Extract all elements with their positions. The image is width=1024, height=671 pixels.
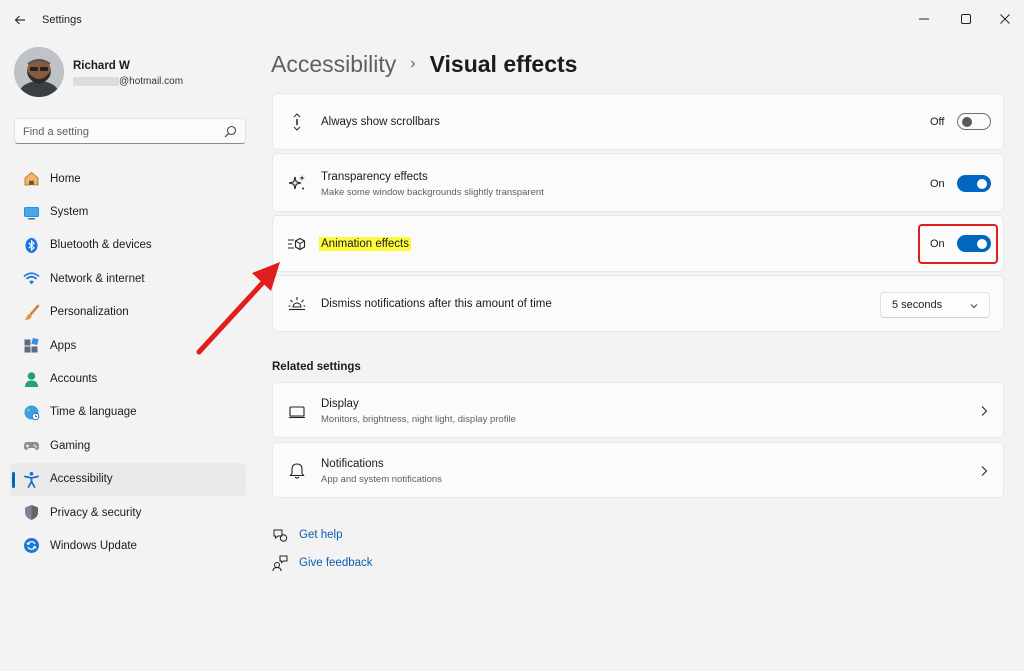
sidebar-item-label: Accounts — [50, 373, 98, 386]
sidebar-item-label: Network & internet — [50, 272, 145, 285]
sidebar-item-system[interactable]: System — [10, 195, 246, 228]
sidebar-item-label: Privacy & security — [50, 506, 142, 519]
accessibility-icon — [22, 470, 40, 488]
home-icon — [22, 170, 40, 188]
title-bar: Settings — [0, 0, 1024, 40]
close-button[interactable] — [992, 6, 1018, 32]
network-icon — [22, 270, 40, 288]
maximize-button[interactable] — [953, 6, 979, 32]
bell-icon — [287, 461, 307, 481]
sidebar-item-label: Home — [50, 172, 81, 185]
accounts-icon — [22, 370, 40, 388]
scrollbar-icon — [287, 112, 307, 132]
sparkle-icon — [287, 173, 307, 193]
apps-icon — [22, 337, 40, 355]
toggle-knob — [962, 116, 972, 127]
related-title: Notifications — [321, 458, 384, 470]
sidebar-item-windows-update[interactable]: Windows Update — [10, 529, 246, 562]
update-icon — [22, 537, 40, 555]
get-help-label[interactable]: Get help — [299, 529, 342, 541]
feedback-icon — [272, 555, 288, 571]
chevron-down-icon — [970, 304, 978, 309]
breadcrumb: Accessibility › Visual effects — [271, 47, 577, 81]
app-title: Settings — [42, 14, 82, 26]
sidebar-item-accessibility[interactable]: Accessibility — [10, 462, 246, 496]
related-subtitle: App and system notifications — [321, 474, 442, 485]
profile-email: @hotmail.com — [73, 76, 183, 87]
setting-title: Always show scrollbars — [321, 116, 440, 128]
search-input[interactable] — [23, 123, 213, 140]
setting-card-scrollbars: Always show scrollbars Off — [272, 93, 1004, 150]
setting-card-animation: Animation effects On — [272, 215, 1004, 272]
related-card-notifications[interactable]: Notifications App and system notificatio… — [272, 442, 1004, 498]
search-box[interactable] — [14, 118, 246, 144]
sidebar-item-label: Apps — [50, 339, 77, 352]
sidebar-item-accounts[interactable]: Accounts — [10, 362, 246, 395]
globe-icon — [22, 403, 40, 421]
sidebar-item-label: Accessibility — [50, 473, 113, 486]
chevron-right-icon — [981, 406, 988, 416]
sidebar-item-label: Gaming — [50, 439, 91, 452]
sidebar-item-label: Windows Update — [50, 539, 137, 552]
email-redaction — [73, 77, 119, 86]
toggle-state-label: On — [930, 178, 945, 190]
sidebar-item-label: Time & language — [50, 406, 137, 419]
sidebar-item-label: Bluetooth & devices — [50, 239, 152, 252]
sidebar-item-privacy-security[interactable]: Privacy & security — [10, 496, 246, 529]
email-suffix: @hotmail.com — [119, 76, 184, 87]
give-feedback-link[interactable]: Give feedback — [272, 555, 373, 571]
setting-subtitle: Make some window backgrounds slightly tr… — [321, 187, 544, 198]
section-title-related-settings: Related settings — [272, 361, 361, 373]
profile-name: Richard W — [73, 60, 130, 72]
page-title: Visual effects — [429, 50, 578, 77]
chevron-right-icon — [981, 466, 988, 476]
setting-title: Dismiss notifications after this amount … — [321, 298, 552, 310]
sidebar-item-label: System — [50, 206, 89, 219]
shield-icon — [22, 504, 40, 522]
get-help-link[interactable]: Get help — [272, 527, 342, 543]
avatar-image — [14, 47, 64, 97]
annotation-highlight-box — [918, 224, 998, 264]
related-card-display[interactable]: Display Monitors, brightness, night ligh… — [272, 382, 1004, 438]
give-feedback-label[interactable]: Give feedback — [299, 557, 373, 569]
breadcrumb-parent[interactable]: Accessibility — [271, 51, 396, 78]
setting-card-transparency: Transparency effects Make some window ba… — [272, 153, 1004, 212]
help-icon — [272, 527, 288, 543]
setting-title: Transparency effects — [321, 171, 428, 183]
gamepad-icon — [22, 437, 40, 455]
breadcrumb-separator: › — [410, 55, 416, 72]
brush-icon — [22, 303, 40, 321]
bluetooth-icon — [22, 236, 40, 254]
sun-icon — [287, 294, 307, 314]
transparency-toggle[interactable] — [957, 175, 991, 192]
animation-icon — [287, 234, 307, 254]
toggle-state-label: Off — [930, 116, 945, 128]
setting-title: Animation effects — [319, 237, 412, 251]
minimize-button[interactable] — [911, 6, 937, 32]
system-icon — [22, 203, 40, 221]
sidebar-item-gaming[interactable]: Gaming — [10, 429, 246, 462]
sidebar-item-time-language[interactable]: Time & language — [10, 396, 246, 429]
back-button[interactable] — [8, 8, 32, 32]
dropdown-value: 5 seconds — [892, 299, 943, 311]
scrollbars-toggle[interactable] — [957, 113, 991, 130]
related-title: Display — [321, 398, 359, 410]
sidebar-item-home[interactable]: Home — [10, 162, 246, 195]
maximize-icon — [961, 14, 971, 24]
related-subtitle: Monitors, brightness, night light, displ… — [321, 414, 516, 425]
sidebar-item-label: Personalization — [50, 306, 129, 319]
back-arrow-icon — [14, 15, 25, 25]
search-icon[interactable] — [224, 125, 237, 138]
toggle-knob — [977, 178, 987, 189]
close-icon — [1000, 14, 1010, 24]
avatar[interactable] — [14, 47, 64, 97]
monitor-icon — [287, 402, 307, 422]
notification-timeout-dropdown[interactable]: 5 seconds — [880, 292, 990, 318]
sidebar-nav: Home System Bluetooth & devices Network … — [10, 162, 246, 563]
minimize-icon — [919, 18, 929, 20]
annotation-arrow-icon — [196, 262, 280, 355]
